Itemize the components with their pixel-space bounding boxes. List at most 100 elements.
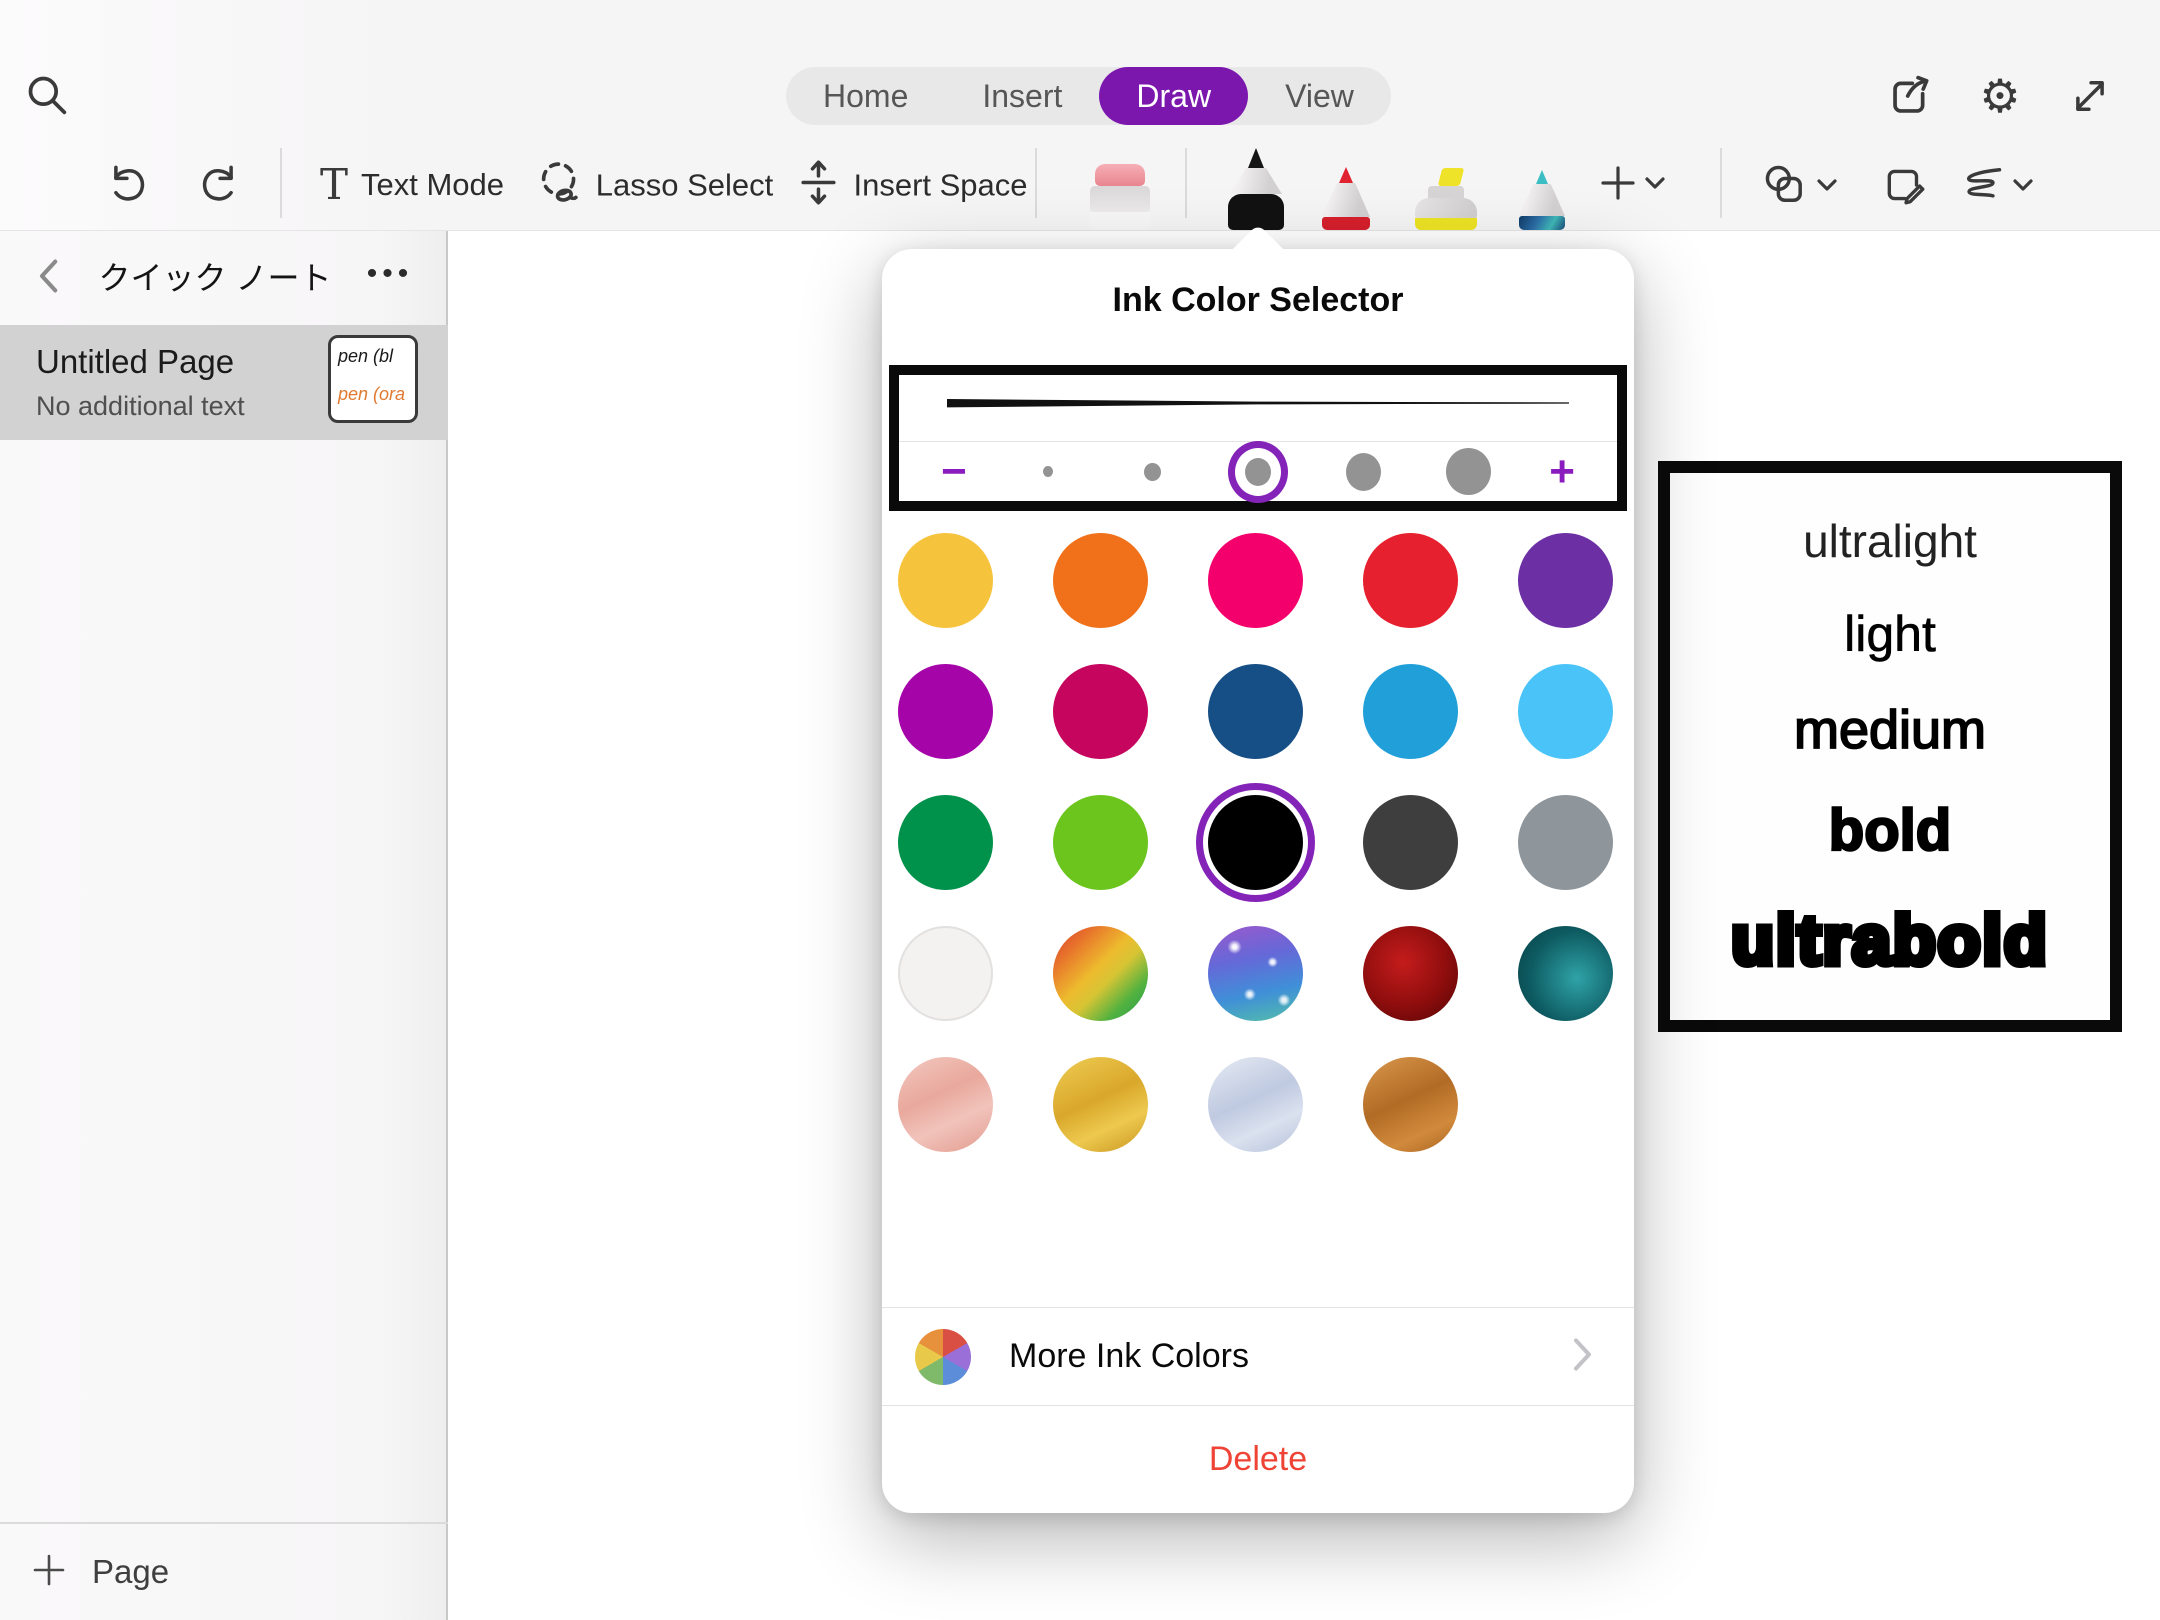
expand-button[interactable] <box>2068 74 2112 118</box>
add-page-button[interactable]: Page <box>0 1524 448 1620</box>
section-menu-button[interactable]: ••• <box>367 257 414 291</box>
swatch-white[interactable] <box>898 926 993 1021</box>
swatch-pink[interactable] <box>1208 533 1303 628</box>
size-dot-3-selected[interactable] <box>1234 458 1282 486</box>
popover-title: Ink Color Selector <box>882 281 1634 320</box>
swatch-black-selected[interactable] <box>1208 795 1303 890</box>
swatch-light-green[interactable] <box>1053 795 1148 890</box>
insert-space-button[interactable]: Insert Space <box>796 160 1027 211</box>
color-wheel-icon <box>915 1329 971 1385</box>
ink-sample-bold: bold <box>1829 802 1951 860</box>
tab-insert-label: Insert <box>982 78 1062 115</box>
swatch-gold[interactable] <box>1053 1057 1148 1152</box>
increase-size-button[interactable]: + <box>1549 450 1575 494</box>
lasso-select-label: Lasso Select <box>596 167 774 203</box>
ink-weight-sample-panel: ultralight light medium bold ultrabold <box>1658 461 2122 1032</box>
highlighter-icon <box>1438 168 1464 186</box>
chevron-left-icon <box>33 258 63 294</box>
note-pen-button[interactable] <box>1882 163 1928 207</box>
red-pen-icon <box>1339 167 1353 183</box>
swatch-galaxy[interactable] <box>1208 926 1303 1021</box>
ink-sample-ultralight: ultralight <box>1803 518 1977 564</box>
swatch-sky-blue[interactable] <box>1518 664 1613 759</box>
swatch-dark-gray[interactable] <box>1363 795 1458 890</box>
more-ink-colors-button[interactable]: More Ink Colors <box>882 1308 1634 1405</box>
chevron-right-icon <box>1572 1336 1594 1377</box>
search-button[interactable] <box>27 75 69 117</box>
black-pen-icon <box>1248 148 1264 168</box>
galaxy-pencil-tool[interactable] <box>1519 170 1565 230</box>
back-button[interactable] <box>33 258 63 294</box>
delete-pen-button[interactable]: Delete <box>882 1405 1634 1513</box>
tab-draw[interactable]: Draw <box>1099 67 1248 125</box>
stroke-width-section: − + <box>889 365 1627 511</box>
stroke-preview <box>947 397 1569 416</box>
swatch-rose-gold[interactable] <box>898 1057 993 1152</box>
top-toolbar: Home Insert Draw View ⚙ <box>0 0 2160 230</box>
swatch-bronze[interactable] <box>1363 1057 1458 1152</box>
size-dot-5[interactable] <box>1444 448 1492 495</box>
tab-view[interactable]: View <box>1248 67 1391 125</box>
thumbnail-ink-line: pen (bl <box>338 346 393 367</box>
tab-home[interactable]: Home <box>786 67 945 125</box>
undo-button[interactable] <box>106 163 150 207</box>
color-swatch-grid <box>898 533 1613 1152</box>
settings-gear-icon: ⚙ <box>1979 73 2020 119</box>
page-list-sidebar: クイック ノート ••• Untitled Page No additional… <box>0 230 448 1620</box>
swatch-yellow[interactable] <box>898 533 993 628</box>
ink-sample-medium: medium <box>1794 703 1986 757</box>
toolbar-divider <box>1035 148 1037 218</box>
toolbar-divider <box>1185 148 1187 218</box>
search-icon <box>27 75 69 117</box>
scribble-icon <box>1956 163 2006 207</box>
toolbar-divider <box>1720 148 1722 218</box>
swatch-red[interactable] <box>1363 533 1458 628</box>
redo-icon <box>197 163 241 207</box>
highlighter-tool[interactable] <box>1415 168 1477 230</box>
swatch-silver[interactable] <box>1208 1057 1303 1152</box>
onenote-app: Home Insert Draw View ⚙ <box>0 0 2160 1620</box>
text-mode-button[interactable]: T Text Mode <box>320 164 504 206</box>
decrease-size-button[interactable]: − <box>941 450 967 494</box>
swatch-gray[interactable] <box>1518 795 1613 890</box>
more-ink-colors-label: More Ink Colors <box>1009 1337 1249 1376</box>
swatch-green[interactable] <box>898 795 993 890</box>
lasso-icon <box>537 160 583 211</box>
shapes-icon <box>1762 163 1810 207</box>
ink-sample-ultrabold: ultrabold <box>1731 905 2048 975</box>
size-dot-1[interactable] <box>1024 466 1072 477</box>
tab-insert[interactable]: Insert <box>945 67 1099 125</box>
plus-icon <box>32 1553 66 1592</box>
eraser-tool[interactable] <box>1090 164 1150 230</box>
toolbar-divider <box>280 148 282 218</box>
tab-draw-label: Draw <box>1136 78 1211 115</box>
add-pen-button[interactable] <box>1598 163 1666 203</box>
swatch-magenta-purple[interactable] <box>898 664 993 759</box>
swatch-rainbow-glitter[interactable] <box>1053 926 1148 1021</box>
swatch-purple[interactable] <box>1518 533 1613 628</box>
black-pen-tool[interactable] <box>1228 148 1284 230</box>
swatch-navy-blue[interactable] <box>1208 664 1303 759</box>
eraser-icon <box>1095 164 1145 186</box>
shapes-button[interactable] <box>1762 163 1838 207</box>
undo-icon <box>106 163 150 207</box>
swatch-red-marble[interactable] <box>1363 926 1458 1021</box>
swatch-teal-marble[interactable] <box>1518 926 1613 1021</box>
lasso-select-button[interactable]: Lasso Select <box>537 160 774 211</box>
red-pen-tool[interactable] <box>1322 167 1370 230</box>
ink-scribble-button[interactable] <box>1956 163 2034 207</box>
swatch-raspberry[interactable] <box>1053 664 1148 759</box>
redo-button[interactable] <box>197 163 241 207</box>
share-button[interactable] <box>1887 73 1933 119</box>
text-mode-label: Text Mode <box>361 167 504 203</box>
page-thumbnail: pen (bl pen (ora <box>328 335 418 423</box>
swatch-blue[interactable] <box>1363 664 1458 759</box>
swatch-orange[interactable] <box>1053 533 1148 628</box>
page-list-item-selected[interactable]: Untitled Page No additional text pen (bl… <box>0 325 448 440</box>
settings-button[interactable]: ⚙ <box>1979 73 2020 119</box>
size-dot-4[interactable] <box>1339 453 1387 491</box>
ink-color-selector-popover: Ink Color Selector − + <box>882 249 1634 1513</box>
size-dot-2[interactable] <box>1129 463 1177 481</box>
page-subtitle: No additional text <box>36 391 245 422</box>
text-mode-icon: T <box>320 164 348 206</box>
